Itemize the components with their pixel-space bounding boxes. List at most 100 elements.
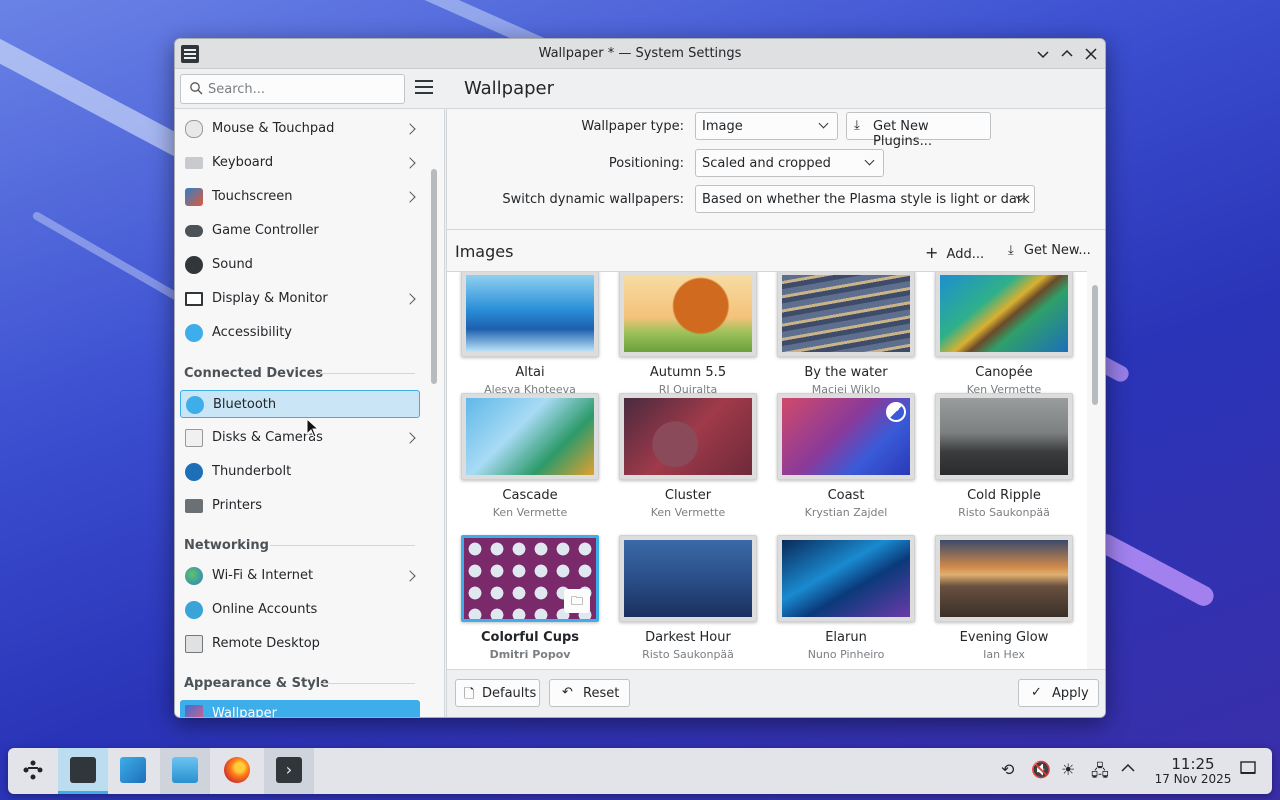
add-image-button[interactable]: + Add... [925, 243, 984, 262]
chevron-right-icon [404, 191, 416, 203]
get-new-wallpapers-button[interactable]: ⤓ Get New... [1008, 243, 1091, 258]
footer-bar: 🗋 Defaults ↶ Reset ✓ Apply [447, 669, 1105, 717]
sidebar-item-accessibility[interactable]: Accessibility [180, 319, 420, 347]
wallpaper-thumbnail [619, 272, 757, 357]
volume-muted-icon[interactable]: 🔇 [1031, 760, 1051, 779]
apply-button[interactable]: ✓ Apply [1018, 679, 1099, 707]
wallpaper-tile-altai[interactable]: Altai Alesya Khoteeva [459, 272, 607, 410]
sidebar-item-mouse-touchpad[interactable]: Mouse & Touchpad [180, 115, 420, 143]
chevron-down-icon [864, 155, 875, 166]
wallpaper-tile-elarun[interactable]: Elarun Nuno Pinheiro [775, 535, 923, 671]
wallpaper-tile-autumn[interactable]: Autumn 5.5 RJ Quiralta [617, 272, 765, 410]
sidebar: Search... Mouse & Touchpad Keyboard Touc… [175, 69, 445, 717]
network-wired-icon[interactable]: 🖧 [1091, 760, 1109, 787]
sidebar-item-printers[interactable]: Printers [180, 492, 420, 520]
firefox-icon [224, 757, 250, 783]
sidebar-item-online-accounts[interactable]: Online Accounts [180, 596, 420, 624]
wallpaper-author: Ken Vermette [650, 506, 726, 519]
wallpaper-author: Nuno Pinheiro [807, 648, 885, 661]
show-desktop-button[interactable] [1240, 760, 1256, 780]
wallpaper-author: Risto Saukonpää [958, 506, 1050, 519]
wallpaper-tile-by-the-water[interactable]: By the water Maciej Wiklo [775, 272, 923, 410]
switch-dynamic-value: Based on whether the Plasma style is lig… [702, 192, 1030, 207]
defaults-label: Defaults [482, 686, 537, 701]
wallpaper-name: Elarun [825, 630, 867, 645]
display-icon [185, 292, 203, 306]
switch-dynamic-combo[interactable]: Based on whether the Plasma style is lig… [695, 185, 1035, 213]
sidebar-item-touchscreen[interactable]: Touchscreen [180, 183, 420, 211]
wallpaper-thumbnail [935, 272, 1073, 357]
document-icon: 🗋 [464, 687, 475, 702]
section-divider [270, 545, 415, 546]
add-image-label: Add... [946, 247, 985, 262]
reset-button[interactable]: ↶ Reset [549, 679, 630, 707]
sidebar-item-label: Sound [212, 257, 253, 272]
taskbar-dolphin[interactable] [160, 748, 210, 794]
sidebar-item-sound[interactable]: Sound [180, 251, 420, 279]
brightness-icon[interactable]: ☀ [1061, 760, 1075, 779]
titlebar[interactable]: Wallpaper * — System Settings [175, 39, 1105, 69]
clock-date[interactable]: 17 Nov 2025 [1138, 772, 1248, 786]
open-folder-icon[interactable]: 🗀 [564, 589, 590, 613]
bluetooth-icon [186, 396, 204, 414]
section-appearance-style: Appearance & Style [184, 676, 329, 691]
taskbar-konsole[interactable]: › [264, 748, 314, 794]
wallpaper-grid-scrollbar[interactable] [1092, 285, 1098, 405]
sidebar-item-remote-desktop[interactable]: Remote Desktop [180, 630, 420, 658]
sidebar-item-wifi-internet[interactable]: Wi-Fi & Internet [180, 562, 420, 590]
wallpaper-thumbnail [619, 393, 757, 480]
close-button[interactable] [1081, 44, 1101, 64]
taskbar-discover[interactable] [108, 748, 158, 794]
wallpaper-tile-cold-ripple[interactable]: Cold Ripple Risto Saukonpää [933, 393, 1081, 533]
chevron-up-icon [1061, 49, 1073, 57]
wallpaper-thumbnail [935, 535, 1073, 622]
keyboard-icon [185, 157, 203, 169]
chevron-right-icon [404, 157, 416, 169]
reset-label: Reset [583, 686, 620, 701]
minimize-button[interactable] [1033, 44, 1053, 64]
wallpaper-thumbnail [935, 393, 1073, 480]
sidebar-item-wallpaper[interactable]: Wallpaper [180, 700, 420, 717]
wallpaper-tile-cluster[interactable]: Cluster Ken Vermette [617, 393, 765, 533]
wallpaper-tile-colorful-cups[interactable]: 🗀 Colorful Cups Dmitri Popov [459, 535, 607, 671]
clock-time[interactable]: 11:25 [1148, 755, 1238, 773]
show-hidden-tray-icon[interactable] [1120, 760, 1136, 780]
sidebar-item-label: Touchscreen [212, 189, 293, 204]
wallpaper-thumbnail: 🗀 [461, 535, 599, 622]
chevron-right-icon [404, 293, 416, 305]
taskbar-system-settings[interactable] [58, 748, 108, 794]
sidebar-item-label: Thunderbolt [212, 464, 292, 479]
wallpaper-tile-evening-glow[interactable]: Evening Glow Ian Hex [933, 535, 1081, 671]
application-launcher-button[interactable] [8, 748, 58, 794]
maximize-button[interactable] [1057, 44, 1077, 64]
sidebar-item-keyboard[interactable]: Keyboard [180, 149, 420, 177]
sidebar-scrollbar[interactable] [431, 169, 437, 384]
system-settings-icon [70, 757, 96, 783]
wallpaper-name: Cold Ripple [967, 488, 1041, 503]
wallpaper-tile-canopee[interactable]: Canopée Ken Vermette [933, 272, 1081, 410]
wallpaper-type-combo[interactable]: Image [695, 112, 838, 140]
positioning-combo[interactable]: Scaled and cropped [695, 149, 884, 177]
wallpaper-tile-cascade[interactable]: Cascade Ken Vermette [459, 393, 607, 533]
defaults-button[interactable]: 🗋 Defaults [455, 679, 540, 707]
positioning-label: Positioning: [608, 156, 684, 171]
wallpaper-name: Cluster [664, 488, 712, 503]
wallpaper-tile-coast[interactable]: Coast Krystian Zajdel [775, 393, 923, 533]
dynamic-wallpaper-icon [886, 402, 906, 422]
hamburger-menu-button[interactable] [415, 80, 433, 98]
network-share-icon[interactable]: ⟲ [1001, 760, 1014, 779]
taskbar-firefox[interactable] [212, 748, 262, 794]
sidebar-item-game-controller[interactable]: Game Controller [180, 217, 420, 245]
sidebar-item-disks-cameras[interactable]: Disks & Cameras [180, 424, 420, 452]
sidebar-item-display-monitor[interactable]: Display & Monitor [180, 285, 420, 313]
sound-icon [185, 256, 203, 274]
wallpaper-name: Autumn 5.5 [649, 365, 727, 380]
get-new-plugins-label: Get New Plugins... [873, 119, 932, 149]
apply-label: Apply [1052, 686, 1089, 701]
sidebar-item-bluetooth[interactable]: Bluetooth [180, 390, 420, 418]
sidebar-item-thunderbolt[interactable]: Thunderbolt [180, 458, 420, 486]
search-input[interactable]: Search... [180, 74, 405, 104]
wallpaper-tile-darkest-hour[interactable]: Darkest Hour Risto Saukonpää [617, 535, 765, 671]
wallpaper-name: Evening Glow [959, 630, 1049, 645]
get-new-plugins-button[interactable]: ⤓ Get New Plugins... [846, 112, 991, 149]
